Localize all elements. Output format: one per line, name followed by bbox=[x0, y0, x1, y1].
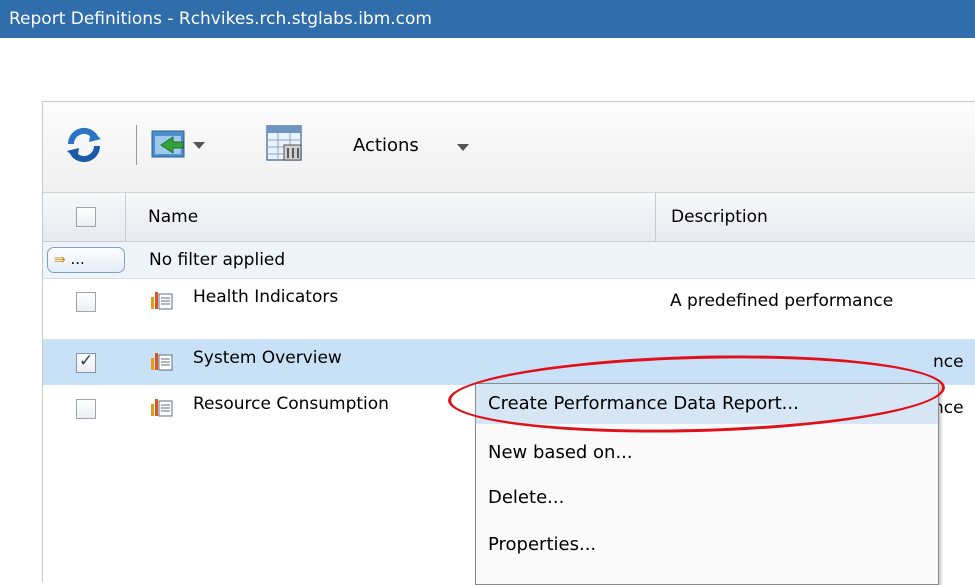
row-name[interactable]: System Overview bbox=[193, 348, 342, 368]
window-title: Report Definitions - Rchvikes.rch.stglab… bbox=[9, 9, 432, 29]
toolbar-separator bbox=[136, 125, 137, 165]
column-divider[interactable] bbox=[655, 193, 656, 241]
refresh-icon[interactable] bbox=[65, 126, 103, 168]
checkmark-icon: ✓ bbox=[79, 351, 94, 371]
filter-button-label: ... bbox=[70, 250, 85, 268]
menu-item-delete[interactable]: Delete... bbox=[476, 478, 938, 518]
filter-status-text: No filter applied bbox=[149, 250, 286, 270]
row-description: nce bbox=[933, 352, 964, 372]
window-title-bar: Report Definitions - Rchvikes.rch.stglab… bbox=[0, 0, 975, 38]
row-checkbox-checked[interactable]: ✓ bbox=[76, 351, 96, 373]
filter-arrow-icon: ⇛ bbox=[54, 252, 66, 268]
row-name[interactable]: Resource Consumption bbox=[193, 394, 389, 414]
column-header-description[interactable]: Description bbox=[671, 207, 768, 227]
row-checkbox[interactable] bbox=[76, 399, 96, 419]
actions-dropdown-caret[interactable] bbox=[457, 144, 469, 151]
filter-button[interactable]: ⇛ ... bbox=[47, 247, 125, 273]
report-icon bbox=[151, 349, 173, 371]
table-header: Name Description bbox=[43, 193, 975, 242]
column-divider[interactable] bbox=[125, 193, 126, 241]
row-checkbox[interactable] bbox=[76, 292, 96, 312]
filter-row: ⇛ ... No filter applied bbox=[43, 242, 975, 279]
select-all-checkbox[interactable] bbox=[76, 207, 96, 227]
context-menu: Create Performance Data Report... New ba… bbox=[475, 383, 939, 585]
row-name[interactable]: Health Indicators bbox=[193, 287, 338, 307]
menu-item-new-based-on[interactable]: New based on... bbox=[476, 433, 938, 473]
export-icon[interactable] bbox=[151, 128, 187, 164]
menu-item-properties[interactable]: Properties... bbox=[476, 525, 938, 565]
row-description: A predefined performance bbox=[670, 291, 894, 311]
table-row-selected[interactable]: ✓ System Overview nce bbox=[43, 339, 975, 385]
report-icon bbox=[151, 395, 173, 417]
menu-item-create-performance-data-report[interactable]: Create Performance Data Report... bbox=[476, 384, 938, 424]
table-row[interactable]: Health Indicators A predefined performan… bbox=[43, 278, 975, 324]
actions-menu-button[interactable]: Actions bbox=[353, 135, 419, 156]
table-settings-icon[interactable] bbox=[265, 124, 305, 168]
export-dropdown-caret[interactable] bbox=[193, 142, 205, 149]
report-icon bbox=[151, 288, 173, 310]
column-header-name[interactable]: Name bbox=[148, 207, 198, 227]
toolbar: Actions bbox=[43, 102, 975, 193]
